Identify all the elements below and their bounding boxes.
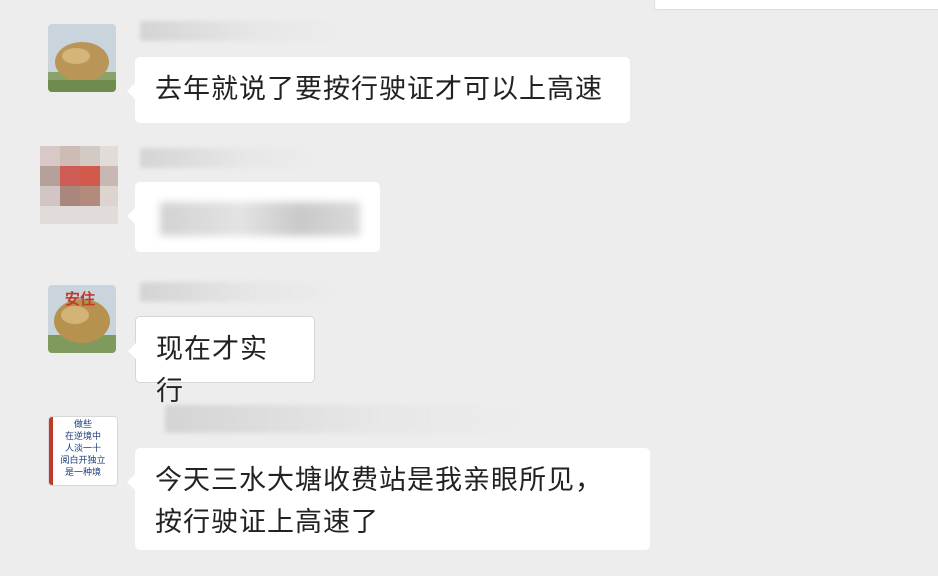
sender-avatar-4[interactable]: 做些 在逆境中 人淡一十 阅白开独立 是一种境 [48, 416, 118, 486]
redacted-text [160, 202, 360, 236]
message-bubble-3[interactable]: 现在才实行 [128, 316, 315, 407]
message-text-3: 现在才实行 [156, 334, 268, 407]
message-text-4: 今天三水大塘收费站是我亲眼所见，按行驶证上高速了 [155, 465, 603, 538]
avatar-line-5: 是一种境 [64, 468, 101, 478]
avatar-line-3: 人淡一十 [64, 444, 101, 454]
sender-name-3 [140, 282, 340, 302]
avatar-line-4: 阅白开独立 [60, 456, 106, 466]
top-search-field[interactable] [654, 0, 938, 10]
avatar-caption: 安住 [65, 290, 96, 308]
message-bubble-4[interactable]: 今天三水大塘收费站是我亲眼所见，按行驶证上高速了 [127, 448, 650, 550]
sender-avatar-3[interactable]: 安住 [48, 285, 116, 353]
pixelated-avatar-icon [40, 146, 118, 224]
avatar-line-1: 做些 [73, 420, 92, 430]
sender-name-1 [140, 21, 340, 41]
sender-avatar-1[interactable] [48, 24, 116, 92]
avatar-accent-stripe [49, 417, 53, 485]
message-bubble-1[interactable]: 去年就说了要按行驶证才可以上高速 [127, 57, 630, 123]
message-text-1: 去年就说了要按行驶证才可以上高速 [155, 74, 603, 105]
message-bubble-2[interactable] [127, 182, 380, 252]
sender-name-2 [140, 148, 315, 168]
sender-name-4 [165, 405, 520, 433]
avatar-line-2: 在逆境中 [64, 432, 101, 442]
calligraphy-avatar-icon: 做些 在逆境中 人淡一十 阅白开独立 是一种境 [49, 419, 117, 479]
stone-avatar-icon [48, 24, 116, 92]
sender-avatar-2[interactable] [40, 146, 118, 224]
